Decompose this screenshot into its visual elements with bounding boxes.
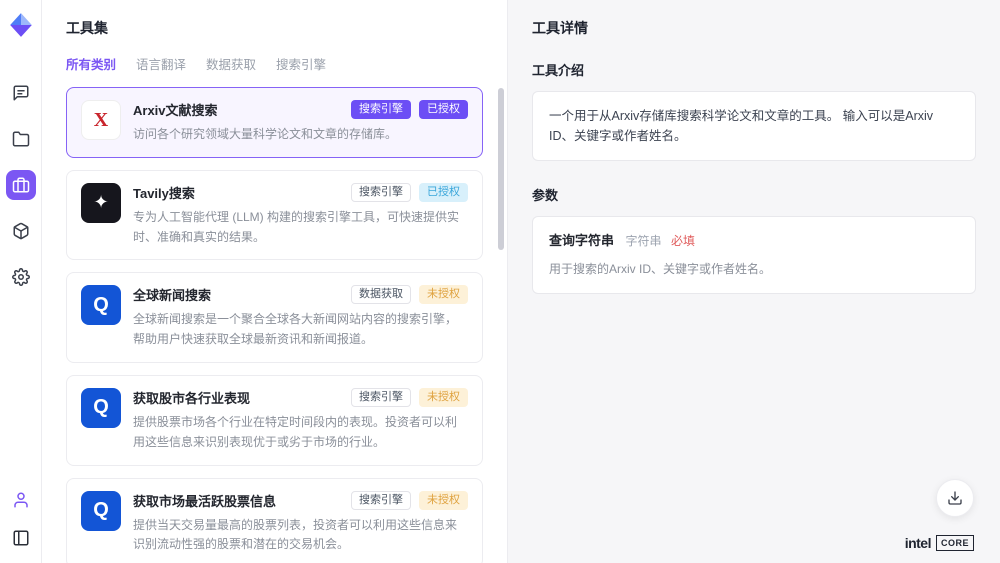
- detail-title: 工具详情: [532, 18, 976, 38]
- tool-name: Arxiv文献搜索: [133, 100, 218, 119]
- param-required-badge: 必填: [671, 234, 695, 248]
- param-header: 查询字符串 字符串 必填: [549, 231, 959, 252]
- nav-settings-icon[interactable]: [6, 262, 36, 292]
- app-logo[interactable]: [8, 12, 34, 38]
- tavily-logo-icon: ✦: [81, 183, 121, 223]
- tool-description: 提供当天交易量最高的股票列表，投资者可以利用这些信息来识别流动性强的股票和潜在的…: [133, 516, 468, 556]
- tab-search-engine[interactable]: 搜索引擎: [276, 54, 326, 73]
- stock-logo-icon: Q: [81, 491, 121, 531]
- category-badge: 搜索引擎: [351, 100, 411, 119]
- tool-description: 专为人工智能代理 (LLM) 构建的搜索引擎工具，可快速提供实时、准确和真实的结…: [133, 208, 468, 248]
- category-badge: 搜索引擎: [351, 491, 411, 510]
- nav-folder-icon[interactable]: [6, 124, 36, 154]
- params-heading: 参数: [532, 185, 976, 204]
- tool-card-global-news[interactable]: Q 全球新闻搜索 数据获取 未授权 全球新闻搜索是一个聚合全球各大新闻网站内容的…: [66, 272, 483, 363]
- tab-data-fetch[interactable]: 数据获取: [206, 54, 256, 73]
- scrollbar-thumb[interactable]: [498, 88, 504, 250]
- nav-package-icon[interactable]: [6, 216, 36, 246]
- nav-user-icon[interactable]: [6, 485, 36, 515]
- intro-box: 一个用于从Arxiv存储库搜索科学论文和文章的工具。 输入可以是Arxiv ID…: [532, 91, 976, 161]
- tool-card-tavily[interactable]: ✦ Tavily搜索 搜索引擎 已授权 专为人工智能代理 (LLM) 构建的搜索…: [66, 170, 483, 261]
- category-tabs: 所有类别 语言翻译 数据获取 搜索引擎: [66, 54, 483, 73]
- news-logo-icon: Q: [81, 285, 121, 325]
- page-title: 工具集: [66, 18, 483, 38]
- tool-name: 获取市场最活跃股票信息: [133, 491, 276, 510]
- tool-description: 访问各个研究领域大量科学论文和文章的存储库。: [133, 125, 468, 145]
- tool-description: 全球新闻搜索是一个聚合全球各大新闻网站内容的搜索引擎，帮助用户快速获取全球最新资…: [133, 310, 468, 350]
- tool-detail-panel: 工具详情 工具介绍 一个用于从Arxiv存储库搜索科学论文和文章的工具。 输入可…: [508, 0, 1000, 563]
- nav-chat-icon[interactable]: [6, 78, 36, 108]
- tool-name: Tavily搜索: [133, 183, 195, 202]
- param-type: 字符串: [626, 234, 662, 248]
- tool-list-panel: 工具集 所有类别 语言翻译 数据获取 搜索引擎 X Arxiv文献搜索 搜索引擎…: [42, 0, 508, 563]
- tool-name: 全球新闻搜索: [133, 285, 211, 304]
- tool-card-most-active-stocks[interactable]: Q 获取市场最活跃股票信息 搜索引擎 未授权 提供当天交易量最高的股票列表，投资…: [66, 478, 483, 563]
- category-badge: 数据获取: [351, 285, 411, 304]
- arxiv-logo-icon: X: [81, 100, 121, 140]
- brand-sub: CORE: [936, 535, 974, 551]
- intro-heading: 工具介绍: [532, 60, 976, 79]
- tab-all-categories[interactable]: 所有类别: [66, 54, 116, 73]
- download-icon: [947, 490, 963, 506]
- intel-core-logo: intel CORE: [905, 535, 974, 551]
- icon-rail: [0, 0, 42, 563]
- brand-name: intel: [905, 535, 931, 551]
- tool-list: X Arxiv文献搜索 搜索引擎 已授权 访问各个研究领域大量科学论文和文章的存…: [66, 87, 483, 563]
- auth-status-badge: 未授权: [419, 388, 468, 407]
- param-name: 查询字符串: [549, 233, 614, 248]
- auth-status-badge: 已授权: [419, 100, 468, 119]
- param-description: 用于搜索的Arxiv ID、关键字或作者姓名。: [549, 260, 959, 279]
- download-button[interactable]: [936, 479, 974, 517]
- tab-language-translation[interactable]: 语言翻译: [136, 54, 186, 73]
- auth-status-badge: 未授权: [419, 285, 468, 304]
- tool-name: 获取股市各行业表现: [133, 388, 250, 407]
- tool-card-arxiv[interactable]: X Arxiv文献搜索 搜索引擎 已授权 访问各个研究领域大量科学论文和文章的存…: [66, 87, 483, 158]
- auth-status-badge: 未授权: [419, 491, 468, 510]
- stock-logo-icon: Q: [81, 388, 121, 428]
- auth-status-badge: 已授权: [419, 183, 468, 202]
- tool-description: 提供股票市场各个行业在特定时间段内的表现。投资者可以利用这些信息来识别表现优于或…: [133, 413, 468, 453]
- nav-collapse-panel-icon[interactable]: [6, 523, 36, 553]
- category-badge: 搜索引擎: [351, 388, 411, 407]
- nav-toolbox-icon[interactable]: [6, 170, 36, 200]
- intro-text: 一个用于从Arxiv存储库搜索科学论文和文章的工具。 输入可以是Arxiv ID…: [549, 109, 933, 143]
- param-box: 查询字符串 字符串 必填 用于搜索的Arxiv ID、关键字或作者姓名。: [532, 216, 976, 294]
- tool-card-sector-performance[interactable]: Q 获取股市各行业表现 搜索引擎 未授权 提供股票市场各个行业在特定时间段内的表…: [66, 375, 483, 466]
- category-badge: 搜索引擎: [351, 183, 411, 202]
